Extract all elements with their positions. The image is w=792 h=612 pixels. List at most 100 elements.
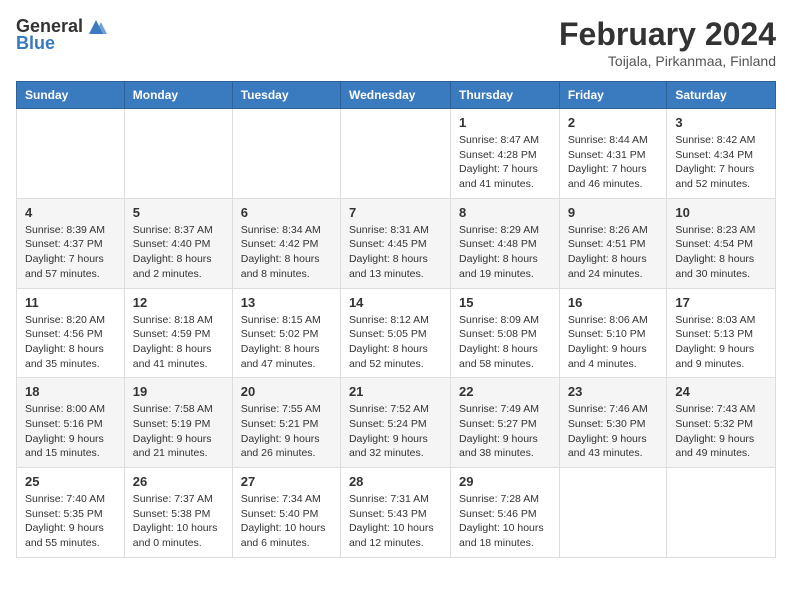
calendar-cell: 2 Sunrise: 8:44 AMSunset: 4:31 PMDaylight… bbox=[559, 109, 667, 199]
cell-info: Sunrise: 8:26 AMSunset: 4:51 PMDaylight:… bbox=[568, 223, 659, 282]
cell-info: Sunrise: 8:23 AMSunset: 4:54 PMDaylight:… bbox=[675, 223, 767, 282]
calendar-cell: 8 Sunrise: 8:29 AMSunset: 4:48 PMDaylight… bbox=[451, 198, 560, 288]
day-number: 6 bbox=[241, 205, 332, 220]
cell-info: Sunrise: 8:37 AMSunset: 4:40 PMDaylight:… bbox=[133, 223, 224, 282]
calendar-cell: 5 Sunrise: 8:37 AMSunset: 4:40 PMDaylight… bbox=[124, 198, 232, 288]
calendar-cell: 21Sunrise: 7:52 AMSunset: 5:24 PMDayligh… bbox=[340, 378, 450, 468]
cell-info: Sunrise: 8:09 AMSunset: 5:08 PMDaylight:… bbox=[459, 313, 551, 372]
week-row-4: 25Sunrise: 7:40 AMSunset: 5:35 PMDayligh… bbox=[17, 468, 776, 558]
cell-info: Sunrise: 7:43 AMSunset: 5:32 PMDaylight:… bbox=[675, 402, 767, 461]
cell-info: Sunrise: 8:39 AMSunset: 4:37 PMDaylight:… bbox=[25, 223, 116, 282]
week-row-1: 4 Sunrise: 8:39 AMSunset: 4:37 PMDaylight… bbox=[17, 198, 776, 288]
calendar-cell: 13 Sunrise: 8:15 AMSunset: 5:02 PMDayligh… bbox=[232, 288, 340, 378]
col-wednesday: Wednesday bbox=[340, 82, 450, 109]
day-number: 15 bbox=[459, 295, 551, 310]
day-number: 5 bbox=[133, 205, 224, 220]
day-number: 28 bbox=[349, 474, 442, 489]
cell-info: Sunrise: 7:55 AMSunset: 5:21 PMDaylight:… bbox=[241, 402, 332, 461]
cell-info: Sunrise: 8:47 AMSunset: 4:28 PMDaylight:… bbox=[459, 133, 551, 192]
day-number: 4 bbox=[25, 205, 116, 220]
calendar-cell: 7 Sunrise: 8:31 AMSunset: 4:45 PMDaylight… bbox=[340, 198, 450, 288]
cell-info: Sunrise: 8:00 AMSunset: 5:16 PMDaylight:… bbox=[25, 402, 116, 461]
calendar-cell: 12Sunrise: 8:18 AMSunset: 4:59 PMDayligh… bbox=[124, 288, 232, 378]
day-number: 1 bbox=[459, 115, 551, 130]
subtitle: Toijala, Pirkanmaa, Finland bbox=[559, 53, 776, 69]
calendar-cell: 27 Sunrise: 7:34 AMSunset: 5:40 PMDayligh… bbox=[232, 468, 340, 558]
calendar-cell: 26 Sunrise: 7:37 AMSunset: 5:38 PMDayligh… bbox=[124, 468, 232, 558]
week-row-2: 11 Sunrise: 8:20 AMSunset: 4:56 PMDayligh… bbox=[17, 288, 776, 378]
logo-blue: Blue bbox=[16, 33, 55, 54]
logo: General Blue bbox=[16, 16, 107, 54]
day-number: 29 bbox=[459, 474, 551, 489]
calendar-cell: 29 Sunrise: 7:28 AMSunset: 5:46 PMDayligh… bbox=[451, 468, 560, 558]
calendar-cell bbox=[340, 109, 450, 199]
day-number: 11 bbox=[25, 295, 116, 310]
calendar-cell: 6 Sunrise: 8:34 AMSunset: 4:42 PMDaylight… bbox=[232, 198, 340, 288]
cell-info: Sunrise: 7:28 AMSunset: 5:46 PMDaylight:… bbox=[459, 492, 551, 551]
cell-info: Sunrise: 8:42 AMSunset: 4:34 PMDaylight:… bbox=[675, 133, 767, 192]
cell-info: Sunrise: 7:31 AMSunset: 5:43 PMDaylight:… bbox=[349, 492, 442, 551]
calendar-cell: 19 Sunrise: 7:58 AMSunset: 5:19 PMDayligh… bbox=[124, 378, 232, 468]
day-number: 2 bbox=[568, 115, 659, 130]
day-number: 20 bbox=[241, 384, 332, 399]
day-number: 13 bbox=[241, 295, 332, 310]
calendar-cell: 20 Sunrise: 7:55 AMSunset: 5:21 PMDayligh… bbox=[232, 378, 340, 468]
day-number: 3 bbox=[675, 115, 767, 130]
week-row-3: 18 Sunrise: 8:00 AMSunset: 5:16 PMDayligh… bbox=[17, 378, 776, 468]
calendar-cell: 23 Sunrise: 7:46 AMSunset: 5:30 PMDayligh… bbox=[559, 378, 667, 468]
col-tuesday: Tuesday bbox=[232, 82, 340, 109]
calendar-cell bbox=[559, 468, 667, 558]
calendar-cell: 24Sunrise: 7:43 AMSunset: 5:32 PMDayligh… bbox=[667, 378, 776, 468]
cell-info: Sunrise: 7:49 AMSunset: 5:27 PMDaylight:… bbox=[459, 402, 551, 461]
calendar-cell: 17 Sunrise: 8:03 AMSunset: 5:13 PMDayligh… bbox=[667, 288, 776, 378]
day-number: 12 bbox=[133, 295, 224, 310]
day-number: 9 bbox=[568, 205, 659, 220]
calendar-cell: 9 Sunrise: 8:26 AMSunset: 4:51 PMDaylight… bbox=[559, 198, 667, 288]
cell-info: Sunrise: 8:44 AMSunset: 4:31 PMDaylight:… bbox=[568, 133, 659, 192]
cell-info: Sunrise: 7:58 AMSunset: 5:19 PMDaylight:… bbox=[133, 402, 224, 461]
col-friday: Friday bbox=[559, 82, 667, 109]
day-number: 7 bbox=[349, 205, 442, 220]
day-number: 22 bbox=[459, 384, 551, 399]
day-number: 18 bbox=[25, 384, 116, 399]
col-sunday: Sunday bbox=[17, 82, 125, 109]
calendar-cell: 16Sunrise: 8:06 AMSunset: 5:10 PMDayligh… bbox=[559, 288, 667, 378]
cell-info: Sunrise: 8:29 AMSunset: 4:48 PMDaylight:… bbox=[459, 223, 551, 282]
calendar-cell bbox=[17, 109, 125, 199]
cell-info: Sunrise: 7:37 AMSunset: 5:38 PMDaylight:… bbox=[133, 492, 224, 551]
day-number: 23 bbox=[568, 384, 659, 399]
col-thursday: Thursday bbox=[451, 82, 560, 109]
cell-info: Sunrise: 7:34 AMSunset: 5:40 PMDaylight:… bbox=[241, 492, 332, 551]
cell-info: Sunrise: 8:20 AMSunset: 4:56 PMDaylight:… bbox=[25, 313, 116, 372]
day-number: 17 bbox=[675, 295, 767, 310]
day-number: 25 bbox=[25, 474, 116, 489]
cell-info: Sunrise: 7:52 AMSunset: 5:24 PMDaylight:… bbox=[349, 402, 442, 461]
col-monday: Monday bbox=[124, 82, 232, 109]
cell-info: Sunrise: 8:03 AMSunset: 5:13 PMDaylight:… bbox=[675, 313, 767, 372]
cell-info: Sunrise: 8:06 AMSunset: 5:10 PMDaylight:… bbox=[568, 313, 659, 372]
day-number: 26 bbox=[133, 474, 224, 489]
calendar-cell bbox=[232, 109, 340, 199]
cell-info: Sunrise: 8:12 AMSunset: 5:05 PMDaylight:… bbox=[349, 313, 442, 372]
logo-icon bbox=[85, 18, 107, 36]
calendar-table: Sunday Monday Tuesday Wednesday Thursday… bbox=[16, 81, 776, 558]
day-number: 14 bbox=[349, 295, 442, 310]
calendar-cell: 11 Sunrise: 8:20 AMSunset: 4:56 PMDayligh… bbox=[17, 288, 125, 378]
calendar-cell bbox=[667, 468, 776, 558]
calendar-cell: 28 Sunrise: 7:31 AMSunset: 5:43 PMDayligh… bbox=[340, 468, 450, 558]
calendar-cell: 1 Sunrise: 8:47 AMSunset: 4:28 PMDaylight… bbox=[451, 109, 560, 199]
cell-info: Sunrise: 7:46 AMSunset: 5:30 PMDaylight:… bbox=[568, 402, 659, 461]
calendar-cell: 3 Sunrise: 8:42 AMSunset: 4:34 PMDaylight… bbox=[667, 109, 776, 199]
cell-info: Sunrise: 8:15 AMSunset: 5:02 PMDaylight:… bbox=[241, 313, 332, 372]
day-number: 27 bbox=[241, 474, 332, 489]
calendar-cell: 10Sunrise: 8:23 AMSunset: 4:54 PMDayligh… bbox=[667, 198, 776, 288]
day-number: 19 bbox=[133, 384, 224, 399]
cell-info: Sunrise: 8:31 AMSunset: 4:45 PMDaylight:… bbox=[349, 223, 442, 282]
cell-info: Sunrise: 8:34 AMSunset: 4:42 PMDaylight:… bbox=[241, 223, 332, 282]
header-row: Sunday Monday Tuesday Wednesday Thursday… bbox=[17, 82, 776, 109]
calendar-cell: 15 Sunrise: 8:09 AMSunset: 5:08 PMDayligh… bbox=[451, 288, 560, 378]
calendar-cell: 22 Sunrise: 7:49 AMSunset: 5:27 PMDayligh… bbox=[451, 378, 560, 468]
title-block: February 2024 Toijala, Pirkanmaa, Finlan… bbox=[559, 16, 776, 69]
day-number: 8 bbox=[459, 205, 551, 220]
page-header: General Blue February 2024 Toijala, Pirk… bbox=[16, 16, 776, 69]
